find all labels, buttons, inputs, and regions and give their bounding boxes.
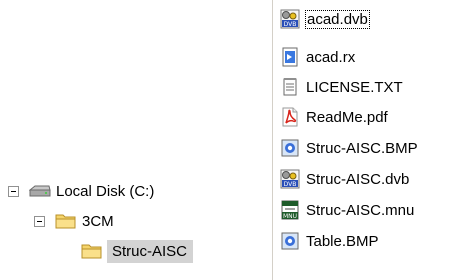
folder-icon: [81, 241, 103, 261]
tree-item-3cm[interactable]: 3CM: [34, 206, 114, 236]
file-item-struc-aisc-bmp[interactable]: Struc-AISC.BMP: [280, 133, 418, 163]
text-file-icon: [280, 77, 300, 97]
file-item-struc-aisc-dvb[interactable]: DVB Struc-AISC.dvb: [280, 164, 409, 194]
menu-file-icon: MNU: [280, 200, 300, 220]
folder-icon: [55, 211, 77, 231]
hard-disk-icon: [28, 181, 51, 201]
vba-project-icon: DVB: [280, 9, 300, 29]
collapse-icon[interactable]: [8, 185, 19, 197]
file-name: acad.rx: [306, 48, 356, 66]
svg-text:MNU: MNU: [283, 213, 297, 220]
tree-label-selected: Struc-AISC: [107, 239, 194, 263]
file-name: Struc-AISC.BMP: [306, 139, 418, 157]
vba-project-icon: DVB: [280, 169, 300, 189]
collapse-icon[interactable]: [34, 215, 45, 227]
file-item-readme-pdf[interactable]: ReadMe.pdf: [280, 102, 388, 132]
file-item-table-bmp[interactable]: Table.BMP: [280, 226, 379, 256]
file-name: Struc-AISC.dvb: [306, 170, 410, 188]
file-item-acad-dvb[interactable]: DVB acad.dvb: [280, 4, 370, 34]
file-item-struc-aisc-mnu[interactable]: MNU Struc-AISC.mnu: [280, 195, 414, 225]
pane-divider[interactable]: [272, 0, 273, 280]
tree-label: Local Disk (C:): [56, 182, 155, 200]
svg-text:DVB: DVB: [284, 21, 297, 28]
file-name: ReadMe.pdf: [306, 108, 388, 126]
tree-label: 3CM: [82, 212, 114, 230]
file-name: acad.dvb: [305, 9, 370, 29]
tree-item-local-disk[interactable]: Local Disk (C:): [8, 176, 154, 206]
svg-text:DVB: DVB: [284, 181, 297, 188]
file-name: Struc-AISC.mnu: [306, 201, 415, 219]
file-name: Table.BMP: [306, 232, 379, 250]
pdf-icon: [280, 107, 300, 127]
file-name: LICENSE.TXT: [306, 78, 403, 96]
file-list-panel: DVB acad.dvb acad.rx LICENSE.TXT ReadMe.…: [272, 0, 473, 280]
bitmap-image-icon: [280, 231, 300, 251]
file-item-license-txt[interactable]: LICENSE.TXT: [280, 72, 403, 102]
blue-document-icon: [280, 47, 300, 67]
tree-item-struc-aisc[interactable]: Struc-AISC: [81, 236, 194, 266]
file-item-acad-rx[interactable]: acad.rx: [280, 42, 355, 72]
bitmap-image-icon: [280, 138, 300, 158]
